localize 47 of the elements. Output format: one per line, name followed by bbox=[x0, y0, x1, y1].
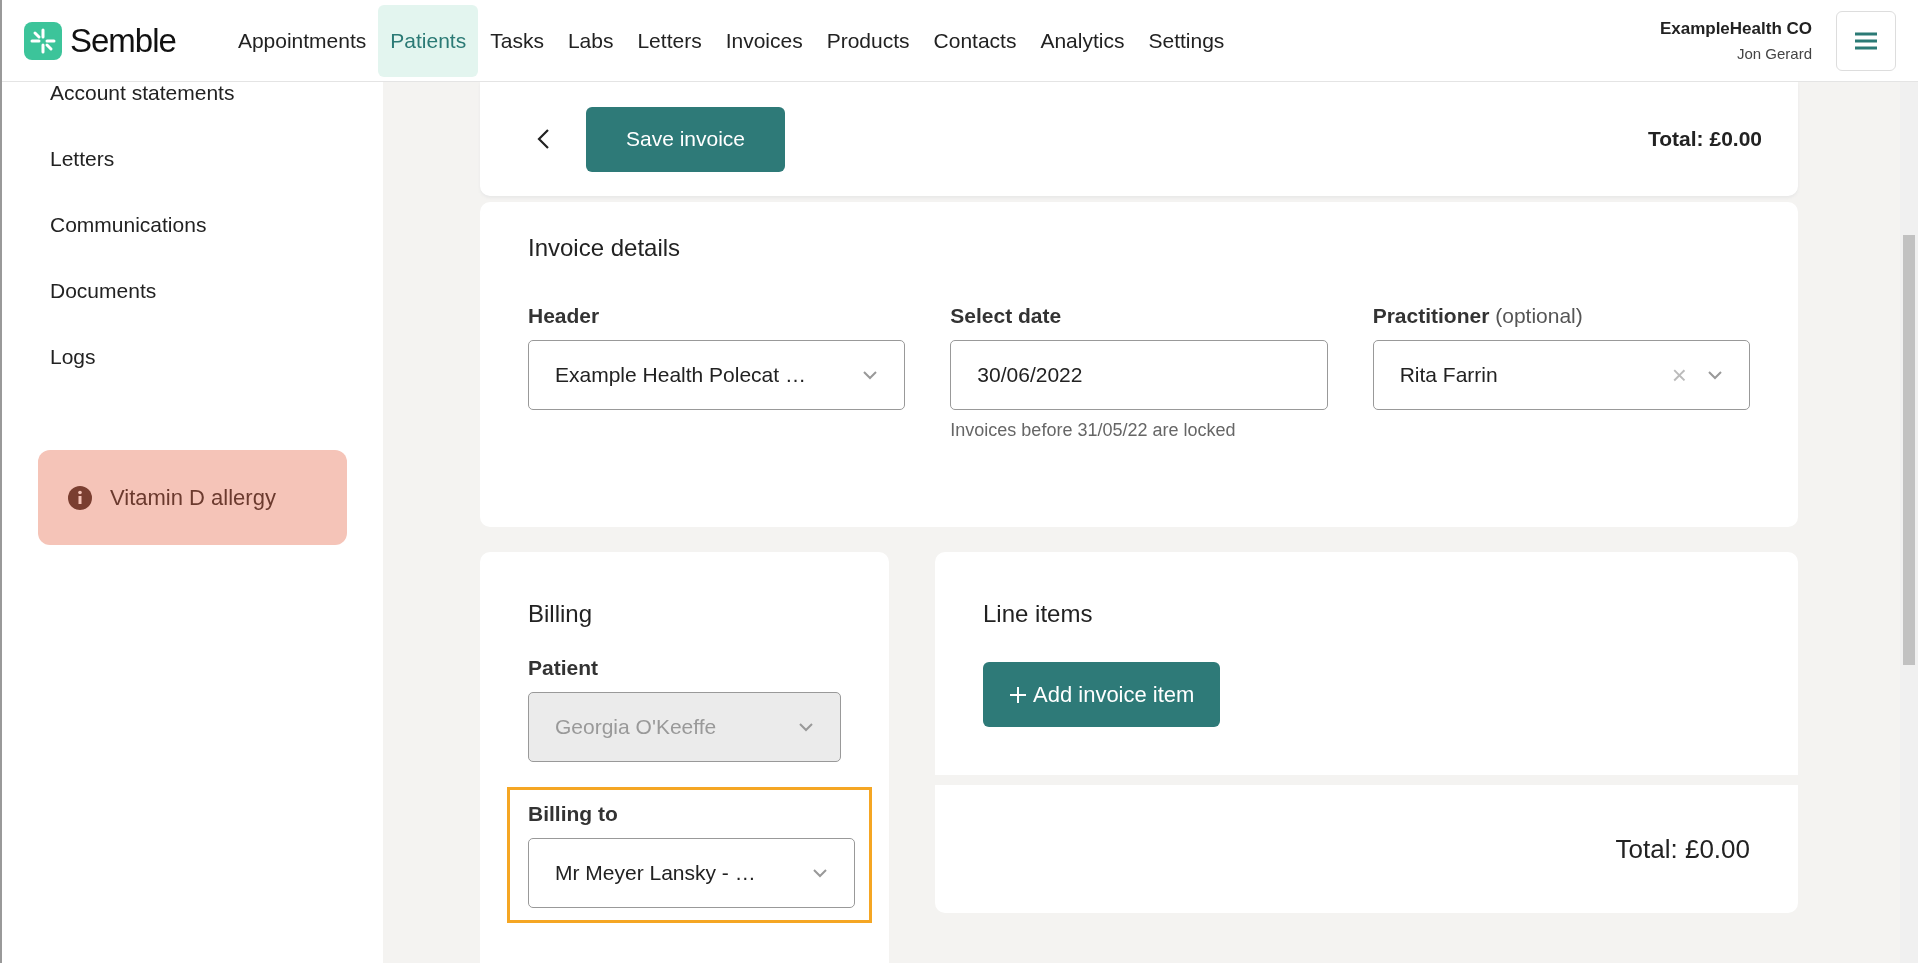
nav-tab[interactable]: Analytics bbox=[1028, 4, 1137, 77]
total-text: Total: £0.00 bbox=[1648, 127, 1762, 151]
sidebar-item[interactable]: Communications bbox=[2, 214, 383, 280]
sidebar-item[interactable]: Logs bbox=[2, 346, 383, 412]
select-field[interactable]: Mr Meyer Lansky - … bbox=[528, 838, 855, 908]
logo-icon bbox=[24, 21, 62, 60]
select-field[interactable]: Rita Farrin × bbox=[1372, 340, 1750, 410]
field-label: Billing to bbox=[528, 802, 619, 826]
field-label: Practitioner (optional) bbox=[1372, 304, 1584, 328]
chevron-down-icon bbox=[1707, 370, 1723, 380]
nav-tab[interactable]: Appointments bbox=[225, 4, 379, 77]
scrollbar[interactable] bbox=[1900, 82, 1918, 963]
field-label: Patient bbox=[528, 656, 599, 680]
total-text: Total: £0.00 bbox=[1615, 833, 1750, 865]
nav-tab[interactable]: Settings bbox=[1136, 4, 1237, 77]
menu-button[interactable] bbox=[1836, 10, 1896, 71]
nav-tab[interactable]: Products bbox=[814, 4, 922, 77]
field-hint: Invoices before 31/05/22 are locked bbox=[950, 420, 1237, 441]
nav-tab[interactable]: Tasks bbox=[478, 4, 556, 77]
chevron-down-icon bbox=[812, 868, 828, 878]
menu-icon bbox=[1855, 31, 1877, 50]
nav-tab[interactable]: Letters bbox=[625, 4, 714, 77]
section-title: Billing bbox=[528, 600, 594, 628]
sidebar-item[interactable]: Documents bbox=[2, 280, 383, 346]
back-icon[interactable] bbox=[536, 128, 550, 150]
section-title: Line items bbox=[983, 600, 1094, 628]
nav-tab[interactable]: Contacts bbox=[921, 4, 1029, 77]
nav-tab[interactable]: Invoices bbox=[713, 4, 815, 77]
field-label: Header bbox=[528, 304, 601, 328]
nav-tab[interactable]: Patients bbox=[378, 4, 479, 77]
info-icon bbox=[68, 485, 92, 510]
select-field[interactable]: Example Health Polecat … bbox=[528, 340, 906, 410]
save-invoice-button[interactable]: Save invoice bbox=[586, 106, 785, 172]
plus-icon bbox=[1009, 685, 1027, 704]
organisation-name: ExampleHealth CO bbox=[1659, 19, 1812, 39]
alert-text: Vitamin D allergy bbox=[110, 484, 276, 511]
sidebar-item[interactable]: Letters bbox=[2, 148, 383, 214]
chevron-down-icon bbox=[862, 370, 879, 380]
sidebar-item[interactable]: Account statements bbox=[2, 82, 383, 148]
date-field[interactable]: 30/06/2022 bbox=[950, 340, 1328, 410]
nav-tab[interactable]: Labs bbox=[555, 4, 626, 77]
user-name: Jon Gerard bbox=[1736, 45, 1812, 62]
chevron-down-icon bbox=[798, 722, 814, 732]
add-invoice-item-button[interactable]: Add invoice item bbox=[983, 662, 1221, 727]
field-label: Select date bbox=[950, 304, 1063, 328]
section-title: Invoice details bbox=[528, 234, 682, 262]
logo-text: Semble bbox=[70, 21, 176, 60]
